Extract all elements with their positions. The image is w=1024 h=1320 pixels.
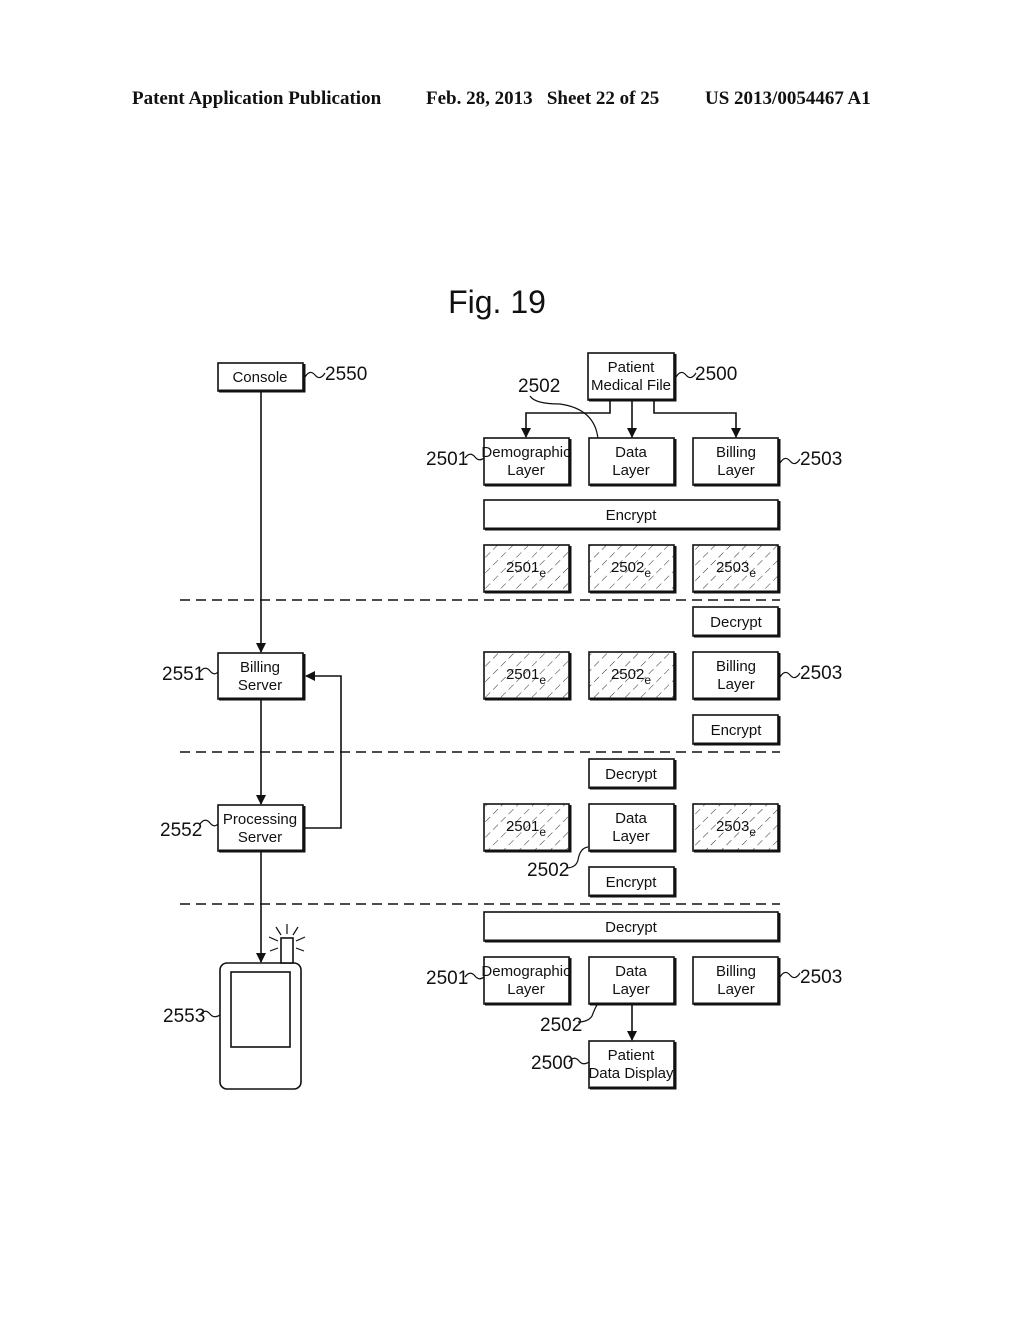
data-layer-box: Data Layer bbox=[588, 437, 677, 487]
patient-medical-file-box: Patient Medical File bbox=[587, 352, 677, 402]
billing-layer-box: Billing Layer bbox=[692, 651, 781, 701]
encrypted-block-2503e: 2503e bbox=[692, 803, 781, 853]
encrypt-bar: Encrypt bbox=[483, 499, 781, 531]
decrypt-box: Decrypt bbox=[692, 606, 781, 638]
ref-2552: 2552 bbox=[160, 820, 202, 841]
billing-line1: Billing bbox=[716, 963, 756, 980]
billing-layer-box: Billing Layer bbox=[692, 437, 781, 487]
demographic-layer-box: Demographic Layer bbox=[481, 956, 572, 1006]
encrypt-box: Encrypt bbox=[692, 714, 781, 746]
processing-server-box: Processing Server bbox=[217, 804, 306, 853]
decrypt-label: Decrypt bbox=[710, 614, 763, 631]
decrypt-bar: Decrypt bbox=[483, 911, 781, 943]
encrypt-label: Encrypt bbox=[606, 507, 658, 524]
figure-diagram: Fig. 19 Console 2550 Billing Server 2551… bbox=[160, 284, 842, 1090]
ref-2501: 2501 bbox=[426, 449, 468, 470]
figure-title: Fig. 19 bbox=[448, 284, 546, 320]
ref-2553: 2553 bbox=[163, 1006, 205, 1027]
billing-line2: Layer bbox=[717, 462, 755, 479]
patient-data-display-box: Patient Data Display bbox=[588, 1040, 677, 1090]
ref-leader bbox=[779, 671, 801, 679]
data-layer-box: Data Layer bbox=[588, 956, 677, 1006]
ref-2503: 2503 bbox=[800, 663, 842, 684]
ref-2502: 2502 bbox=[518, 376, 560, 397]
billing-server-line2: Server bbox=[238, 677, 282, 694]
ref-2550: 2550 bbox=[325, 364, 367, 385]
ref-leader bbox=[199, 819, 219, 827]
ref-2502: 2502 bbox=[540, 1015, 582, 1036]
demographic-line1: Demographic bbox=[481, 444, 571, 461]
data-layer-box: Data Layer bbox=[588, 803, 677, 853]
billing-line2: Layer bbox=[717, 676, 755, 693]
billing-line1: Billing bbox=[716, 444, 756, 461]
ref-2500: 2500 bbox=[695, 364, 737, 385]
ref-2502: 2502 bbox=[527, 860, 569, 881]
ref-leader bbox=[779, 971, 801, 979]
data-line1: Data bbox=[615, 444, 647, 461]
ref-leader bbox=[304, 371, 326, 379]
console-box: Console bbox=[217, 362, 306, 393]
demographic-line1: Demographic bbox=[481, 963, 571, 980]
ref-leader bbox=[779, 457, 801, 465]
ref-2500: 2500 bbox=[531, 1053, 573, 1074]
ref-leader bbox=[529, 395, 599, 440]
encrypted-block-2502e: 2502e bbox=[588, 651, 677, 701]
data-line2: Layer bbox=[612, 462, 650, 479]
billing-server-line1: Billing bbox=[240, 659, 280, 676]
console-label: Console bbox=[232, 369, 287, 386]
billing-line2: Layer bbox=[717, 981, 755, 998]
encrypt-label: Encrypt bbox=[606, 874, 658, 891]
encrypted-block-2501e: 2501e bbox=[483, 651, 572, 701]
ref-2503: 2503 bbox=[800, 967, 842, 988]
encrypted-block-2501e: 2501e bbox=[483, 803, 572, 853]
billing-server-box: Billing Server bbox=[217, 652, 306, 701]
encrypted-block-2501e: 2501e bbox=[483, 544, 572, 594]
device-antenna bbox=[280, 937, 294, 964]
demographic-line2: Layer bbox=[507, 462, 545, 479]
encrypted-block-2502e: 2502e bbox=[588, 544, 677, 594]
decrypt-label: Decrypt bbox=[605, 766, 658, 783]
decrypt-box: Decrypt bbox=[588, 758, 677, 790]
demographic-line2: Layer bbox=[507, 981, 545, 998]
arrow-to-billing bbox=[653, 401, 741, 438]
pmf-line1: Patient bbox=[608, 359, 656, 376]
data-line2: Layer bbox=[612, 828, 650, 845]
ref-2551: 2551 bbox=[162, 664, 204, 685]
data-line1: Data bbox=[615, 963, 647, 980]
data-line2: Layer bbox=[612, 981, 650, 998]
processing-server-line1: Processing bbox=[223, 811, 297, 828]
ref-2503: 2503 bbox=[800, 449, 842, 470]
encrypted-block-2503e: 2503e bbox=[692, 544, 781, 594]
ref-leader bbox=[675, 371, 697, 379]
pdd-line2: Data Display bbox=[588, 1065, 674, 1082]
processing-server-line2: Server bbox=[238, 829, 282, 846]
mobile-device bbox=[219, 924, 306, 1090]
demographic-layer-box: Demographic Layer bbox=[481, 437, 572, 487]
decrypt-label: Decrypt bbox=[605, 919, 658, 936]
arrow-to-demographic bbox=[521, 401, 611, 438]
billing-line1: Billing bbox=[716, 658, 756, 675]
ref-2501: 2501 bbox=[426, 968, 468, 989]
billing-layer-box: Billing Layer bbox=[692, 956, 781, 1006]
encrypt-box: Encrypt bbox=[588, 866, 677, 898]
pdd-line1: Patient bbox=[608, 1047, 656, 1064]
pmf-line2: Medical File bbox=[591, 377, 671, 394]
encrypt-label: Encrypt bbox=[711, 722, 763, 739]
data-line1: Data bbox=[615, 810, 647, 827]
